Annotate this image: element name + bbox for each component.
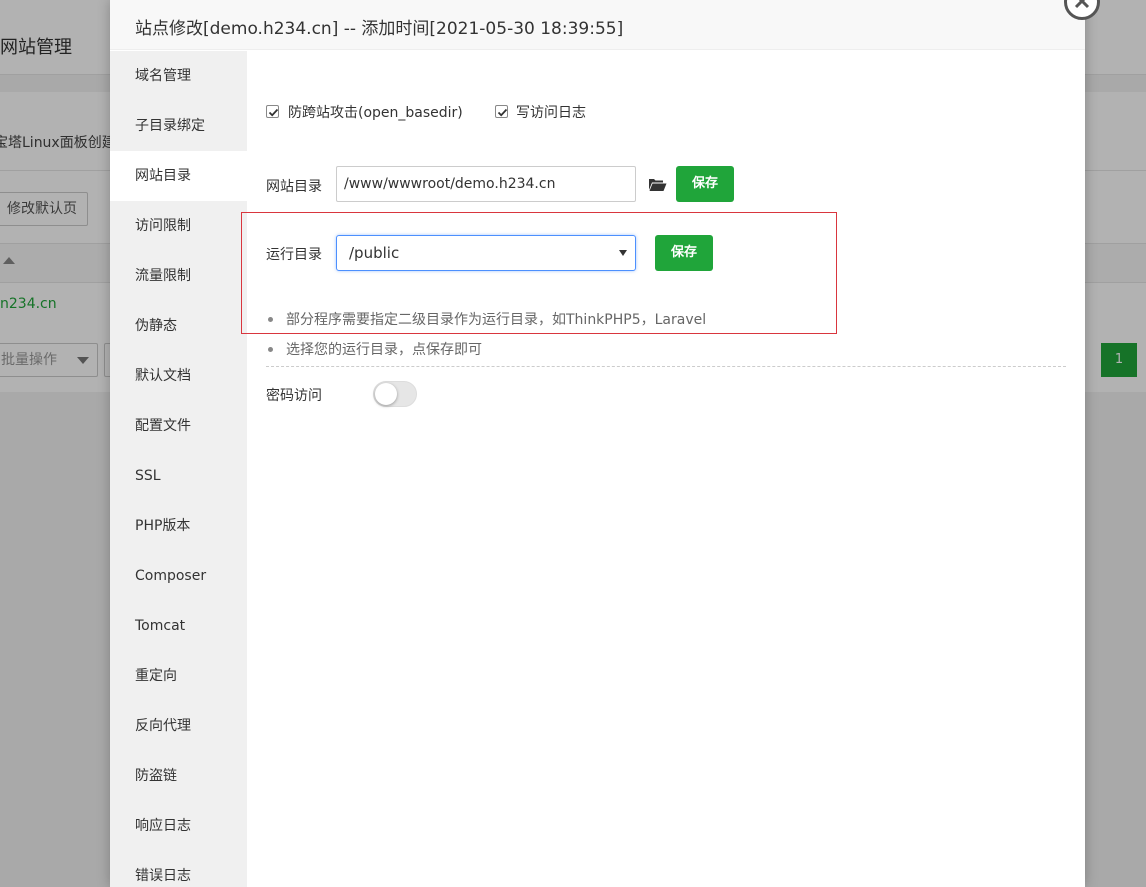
dialog-title: 站点修改[demo.h234.cn] -- 添加时间[2021-05-30 18… bbox=[135, 19, 624, 39]
sidebar-item-rewrite[interactable]: 伪静态 bbox=[110, 301, 247, 351]
site-dir-input[interactable]: /www/wwwroot/demo.h234.cn bbox=[336, 166, 636, 202]
sidebar-item-response-log[interactable]: 响应日志 bbox=[110, 801, 247, 851]
checkmark-icon bbox=[268, 108, 279, 117]
password-access-label: 密码访问 bbox=[266, 388, 322, 404]
site-dir-label: 网站目录 bbox=[266, 179, 322, 195]
run-dir-note: 部分程序需要指定二级目录作为运行目录，如ThinkPHP5，Laravel bbox=[266, 309, 706, 329]
save-site-dir-button[interactable]: 保存 bbox=[676, 166, 734, 202]
sidebar-item-tomcat[interactable]: Tomcat bbox=[110, 601, 247, 651]
sidebar-item-redirect[interactable]: 重定向 bbox=[110, 651, 247, 701]
site-edit-dialog: 站点修改[demo.h234.cn] -- 添加时间[2021-05-30 18… bbox=[110, 0, 1085, 887]
run-dir-note: 选择您的运行目录，点保存即可 bbox=[266, 339, 482, 359]
sidebar-item-ssl[interactable]: SSL bbox=[110, 451, 247, 501]
run-dir-selected-value: /public bbox=[349, 244, 400, 262]
sidebar-item-composer[interactable]: Composer bbox=[110, 551, 247, 601]
anti-xss-label: 防跨站攻击(open_basedir) bbox=[288, 105, 463, 121]
sidebar-item-domain[interactable]: 域名管理 bbox=[110, 51, 247, 101]
sidebar-item-traffic-limit[interactable]: 流量限制 bbox=[110, 251, 247, 301]
sidebar-item-php-version[interactable]: PHP版本 bbox=[110, 501, 247, 551]
sidebar-item-reverse-proxy[interactable]: 反向代理 bbox=[110, 701, 247, 751]
password-access-toggle[interactable] bbox=[373, 381, 417, 407]
toggle-knob bbox=[375, 383, 397, 405]
save-run-dir-button[interactable]: 保存 bbox=[655, 235, 713, 271]
section-divider bbox=[266, 366, 1066, 367]
sidebar-item-error-log[interactable]: 错误日志 bbox=[110, 851, 247, 887]
dialog-sidebar: 域名管理 子目录绑定 网站目录 访问限制 流量限制 伪静态 默认文档 配置文件 … bbox=[110, 51, 247, 887]
access-log-checkbox[interactable] bbox=[495, 105, 508, 118]
sidebar-item-config-file[interactable]: 配置文件 bbox=[110, 401, 247, 451]
anti-xss-checkbox[interactable] bbox=[266, 105, 279, 118]
sidebar-item-subdir-binding[interactable]: 子目录绑定 bbox=[110, 101, 247, 151]
run-dir-label: 运行目录 bbox=[266, 247, 322, 263]
close-x-icon bbox=[1074, 0, 1090, 9]
run-dir-select[interactable]: /public bbox=[336, 235, 636, 271]
sidebar-item-access-limit[interactable]: 访问限制 bbox=[110, 201, 247, 251]
sidebar-item-site-dir[interactable]: 网站目录 bbox=[110, 151, 247, 201]
folder-open-icon[interactable] bbox=[648, 177, 667, 192]
access-log-label: 写访问日志 bbox=[516, 105, 586, 121]
sidebar-item-default-doc[interactable]: 默认文档 bbox=[110, 351, 247, 401]
checkmark-icon bbox=[497, 108, 508, 117]
dropdown-arrow-icon bbox=[619, 250, 627, 256]
sidebar-item-hotlink-protection[interactable]: 防盗链 bbox=[110, 751, 247, 801]
